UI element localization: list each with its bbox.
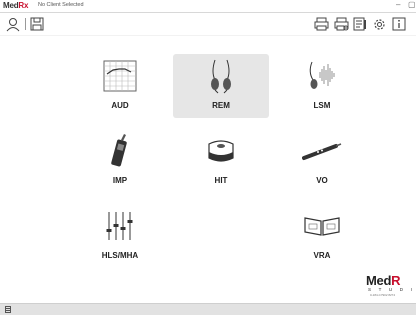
- client-status-text: No Client Selected: [38, 2, 84, 8]
- module-label: VRA: [313, 251, 331, 260]
- client-button[interactable]: [5, 16, 21, 32]
- module-label: HIT: [214, 176, 228, 185]
- title-bar: MedRx No Client Selected – ▢: [0, 0, 416, 13]
- print-icon: [314, 17, 328, 31]
- report-icon: [353, 17, 366, 31]
- print-preview-button[interactable]: [333, 16, 349, 32]
- minimize-button[interactable]: –: [396, 0, 400, 10]
- client-icon: [6, 17, 20, 31]
- module-vra[interactable]: VRA: [274, 204, 370, 268]
- module-label: REM: [212, 101, 230, 110]
- toolbar-separator: [25, 18, 26, 30]
- module-hls-mha[interactable]: HLS/MHA: [72, 204, 168, 268]
- module-aud[interactable]: AUD: [72, 54, 168, 118]
- sliders-icon: [106, 212, 133, 240]
- module-workspace: AUD REM LSM IMP HIT VO HLS/MHA VRA: [0, 36, 416, 303]
- save-button[interactable]: [29, 16, 45, 32]
- vra-display-icon: [304, 217, 340, 236]
- impedance-probe-icon: [111, 134, 127, 167]
- restore-button[interactable]: ▢: [408, 0, 416, 10]
- probe-tube-icon: [211, 59, 231, 94]
- print-button[interactable]: [313, 16, 329, 32]
- module-hit[interactable]: HIT: [173, 129, 269, 193]
- module-label: VO: [316, 176, 328, 185]
- toolbar: [0, 13, 416, 35]
- module-label: IMP: [112, 176, 128, 185]
- info-button[interactable]: [391, 16, 407, 32]
- info-icon: [392, 17, 406, 31]
- app-logo: MedRx: [3, 1, 29, 10]
- live-speech-icon: [309, 61, 335, 89]
- module-imp[interactable]: IMP: [72, 129, 168, 193]
- print-preview-icon: [334, 17, 348, 31]
- gear-icon: [373, 18, 385, 30]
- module-label: LSM: [313, 101, 331, 110]
- module-rem[interactable]: REM: [173, 54, 269, 118]
- settings-button[interactable]: [371, 16, 387, 32]
- medrx-studio-logo: MedR S T U D I 0-184-C7902 8274: [366, 273, 416, 297]
- audiogram-icon: [103, 60, 137, 92]
- module-label: AUD: [111, 101, 129, 110]
- module-label: HLS/MHA: [101, 251, 139, 260]
- video-otoscope-icon: [302, 143, 342, 160]
- module-vo[interactable]: VO: [274, 129, 370, 193]
- status-bar: [0, 303, 416, 315]
- module-lsm[interactable]: LSM: [274, 54, 370, 118]
- save-icon: [30, 17, 44, 31]
- test-box-icon: [208, 140, 234, 162]
- database-icon[interactable]: [5, 306, 11, 313]
- report-button[interactable]: [352, 16, 368, 32]
